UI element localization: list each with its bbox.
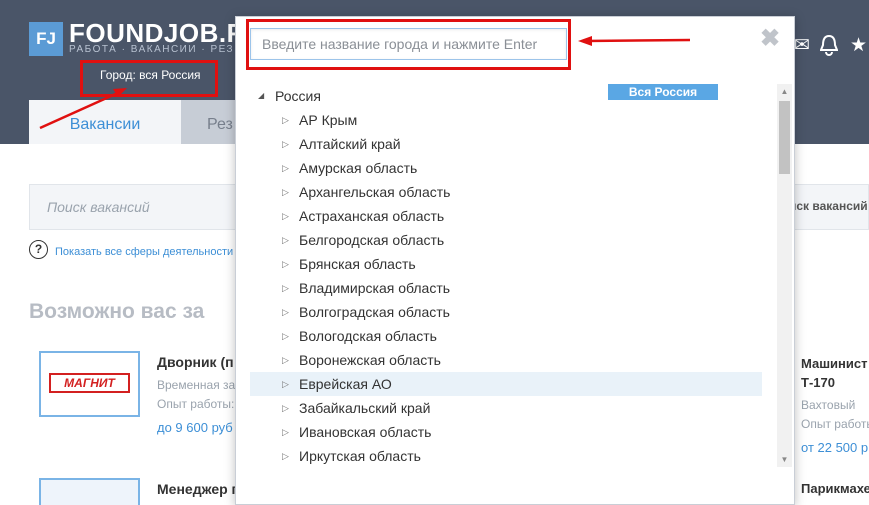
tree-root-label: Россия	[275, 88, 321, 104]
vacancy-salary: до 9 600 руб	[157, 420, 233, 435]
expand-triangle-icon[interactable]: ▷	[282, 228, 289, 252]
expand-triangle-icon[interactable]: ▷	[282, 180, 289, 204]
region-item[interactable]: ▷ Белгородская область	[250, 228, 762, 252]
expand-triangle-icon[interactable]: ▷	[282, 108, 289, 132]
expand-triangle-icon[interactable]: ▷	[282, 204, 289, 228]
scroll-up-arrow-icon[interactable]: ▲	[777, 84, 792, 99]
bell-icon[interactable]	[819, 34, 839, 63]
annotation-box-city	[80, 60, 218, 97]
expand-triangle-icon[interactable]: ▷	[282, 396, 289, 420]
expand-triangle-icon[interactable]: ▷	[282, 420, 289, 444]
region-label: Белгородская область	[299, 232, 445, 248]
vacancy-title-line: Машинист	[801, 356, 868, 371]
magnit-logo-text: МАГНИТ	[49, 373, 130, 393]
region-item[interactable]: ▷ Владимирская область	[250, 276, 762, 300]
region-item[interactable]: ▷ Алтайский край	[250, 132, 762, 156]
region-label: Забайкальский край	[299, 400, 431, 416]
annotation-box-search	[246, 19, 571, 70]
region-label: Ивановская область	[299, 424, 432, 440]
show-all-categories-link[interactable]: Показать все сферы деятельности	[55, 246, 233, 258]
mail-icon[interactable]: ✉	[794, 34, 810, 58]
region-label: Воронежская область	[299, 352, 441, 368]
tab-resumes[interactable]: Рез	[181, 100, 237, 144]
tab-vacancies[interactable]: Вакансии	[29, 100, 181, 144]
region-item[interactable]: ▷ Волгоградская область	[250, 300, 762, 324]
vacancy-title[interactable]: Дворник (п	[157, 354, 234, 370]
expand-triangle-icon[interactable]: ▷	[282, 276, 289, 300]
region-item[interactable]: ▷ Архангельская область	[250, 180, 762, 204]
region-item[interactable]: ▷ Ивановская область	[250, 420, 762, 444]
company-logo-magnit[interactable]: МАГНИТ	[39, 351, 140, 417]
vacancy-title-line: Т-170	[801, 375, 835, 390]
vacancy-employment: Временная за	[157, 378, 236, 392]
company-logo-envelope[interactable]	[39, 478, 140, 505]
search-placeholder: Поиск вакансий	[47, 199, 150, 215]
scroll-thumb[interactable]	[779, 101, 790, 174]
region-item[interactable]: ▷ Астраханская область	[250, 204, 762, 228]
tree-root-russia[interactable]: ◢ Россия	[250, 84, 580, 108]
region-label: Астраханская область	[299, 208, 445, 224]
header-icons: ✉ ★	[794, 34, 869, 58]
region-label: АР Крым	[299, 112, 358, 128]
expand-triangle-icon[interactable]: ▷	[282, 252, 289, 276]
region-label: Волгоградская область	[299, 304, 450, 320]
expand-triangle-icon[interactable]: ▷	[282, 132, 289, 156]
region-item[interactable]: ▷ Амурская область	[250, 156, 762, 180]
star-icon[interactable]: ★	[850, 34, 867, 58]
vacancy-title[interactable]: Парикмахе	[801, 481, 869, 496]
tree-scrollbar[interactable]: ▲ ▼	[777, 84, 792, 467]
region-item[interactable]: ▷ Брянская область	[250, 252, 762, 276]
region-label: Алтайский край	[299, 136, 401, 152]
expand-triangle-icon[interactable]: ▷	[282, 348, 289, 372]
expand-triangle-icon[interactable]: ▷	[282, 156, 289, 180]
region-label: Владимирская область	[299, 280, 451, 296]
vacancy-salary: от 22 500 р	[801, 440, 869, 455]
vacancy-title[interactable]: Менеджер п	[157, 481, 240, 497]
region-item[interactable]: ▷ Забайкальский край	[250, 396, 762, 420]
region-item[interactable]: ▷ АР Крым	[250, 108, 762, 132]
region-item[interactable]: ▷ Иркутская область	[250, 444, 762, 466]
vacancy-employment: Вахтовый	[801, 398, 856, 412]
logo-mark[interactable]: FJ	[29, 22, 63, 56]
vacancy-experience: Опыт работы:	[157, 397, 235, 411]
region-label: Архангельская область	[299, 184, 451, 200]
expand-triangle-icon[interactable]: ▷	[282, 324, 289, 348]
region-label: Иркутская область	[299, 448, 421, 464]
city-select-modal: ✖ Вся Россия ◢ Россия ▷АР Крым▷Алтайский…	[235, 16, 795, 505]
vacancy-title[interactable]: Машинист Т-170	[801, 354, 868, 392]
region-label: Амурская область	[299, 160, 418, 176]
expanded-triangle-icon[interactable]: ◢	[258, 84, 264, 108]
region-tree: ◢ Россия ▷ АР Крым ▷ Алтайский край ▷ Амурска…	[250, 84, 762, 466]
logo-tagline: РАБОТА · ВАКАНСИИ · РЕЗ	[69, 44, 235, 55]
region-item[interactable]: ▷ Вологодская область	[250, 324, 762, 348]
section-title: Возможно вас за	[29, 300, 205, 323]
region-item[interactable]: ▷ Еврейская АО	[250, 372, 762, 396]
region-label: Вологодская область	[299, 328, 437, 344]
expand-triangle-icon[interactable]: ▷	[282, 372, 289, 396]
expand-triangle-icon[interactable]: ▷	[282, 444, 289, 466]
region-label: Брянская область	[299, 256, 416, 272]
close-icon[interactable]: ✖	[760, 27, 780, 51]
vacancy-experience: Опыт работы	[801, 417, 869, 431]
help-icon[interactable]: ?	[29, 240, 48, 259]
expand-triangle-icon[interactable]: ▷	[282, 300, 289, 324]
scroll-down-arrow-icon[interactable]: ▼	[777, 452, 792, 467]
region-item[interactable]: ▷ Воронежская область	[250, 348, 762, 372]
region-label: Еврейская АО	[299, 376, 392, 392]
search-button[interactable]: иск вакансий	[789, 199, 868, 213]
